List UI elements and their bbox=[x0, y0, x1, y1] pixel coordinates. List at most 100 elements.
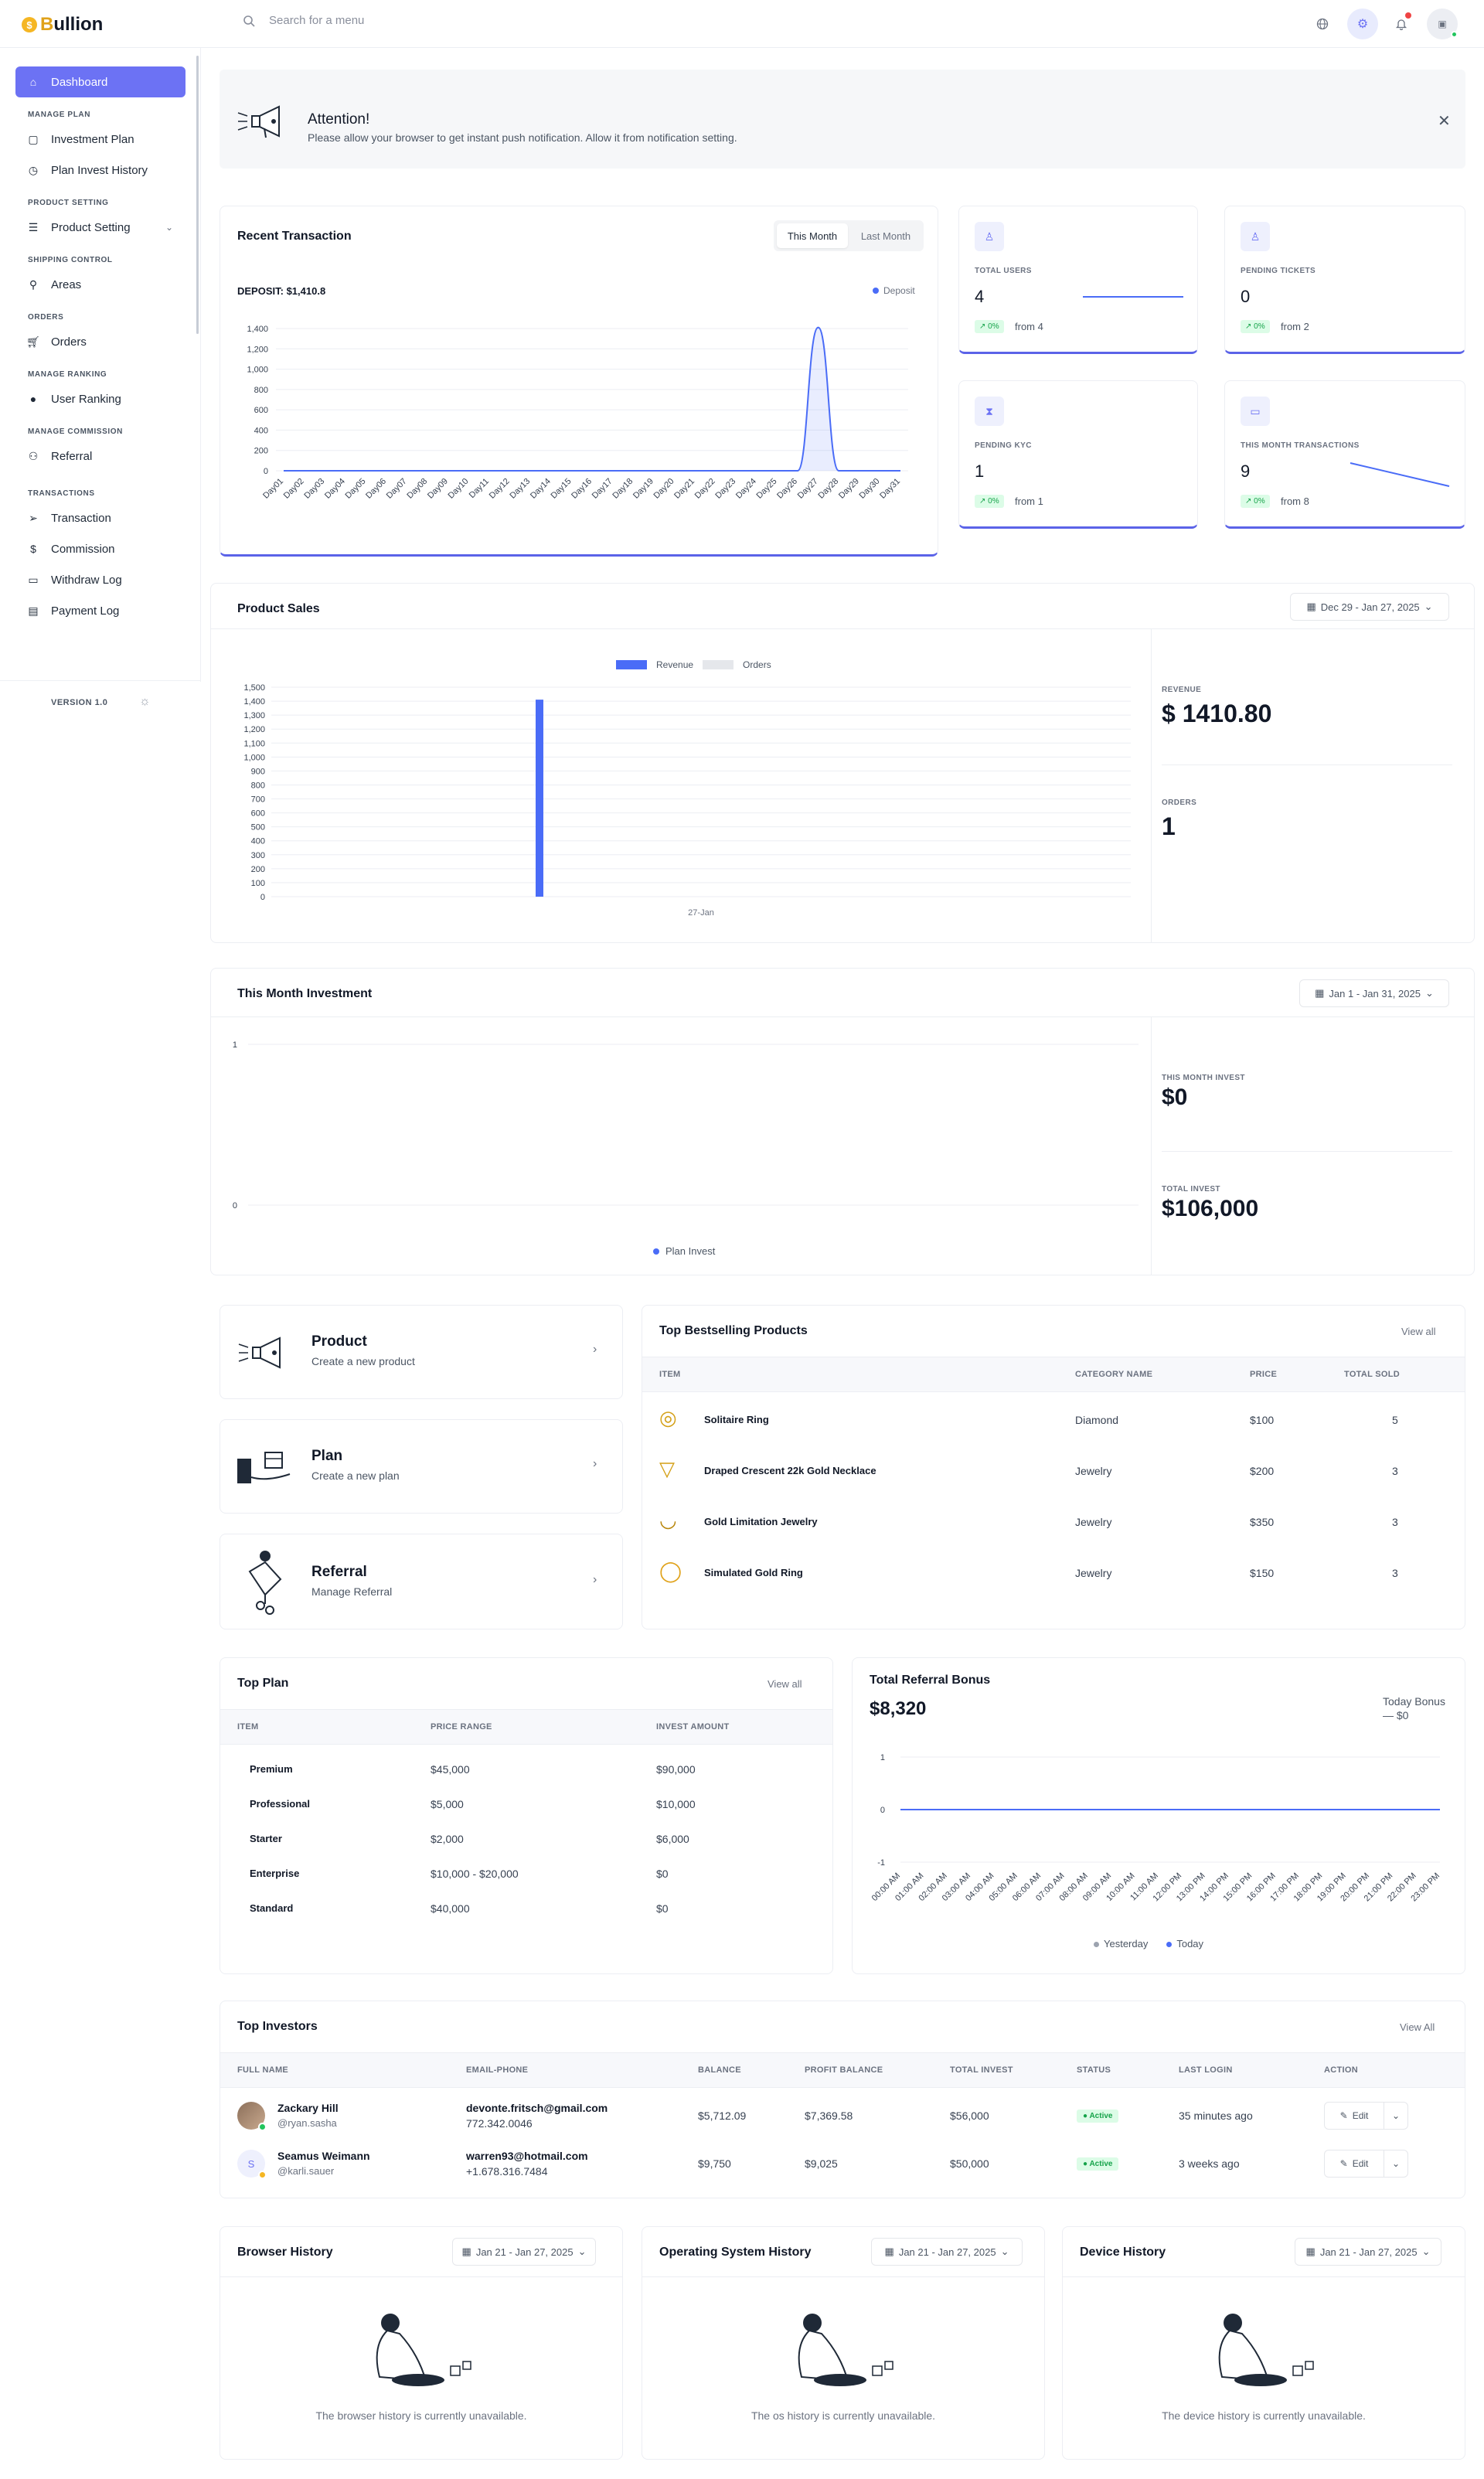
investor-last-login: 3 weeks ago bbox=[1179, 2157, 1240, 2170]
investor-name: Seamus Weimann bbox=[277, 2150, 370, 2162]
gold-ring-icon: ◯ bbox=[659, 1559, 682, 1582]
brand-logo[interactable]: $ Bullion bbox=[22, 14, 103, 36]
away-dot bbox=[258, 2171, 267, 2179]
table-row[interactable]: Starter $2,000 $6,000 bbox=[220, 1822, 832, 1857]
quick-link-referral[interactable]: Referral Manage Referral › bbox=[220, 1534, 623, 1629]
plan-amount: $6,000 bbox=[656, 1833, 689, 1845]
y-tick-label: 0 bbox=[264, 467, 268, 476]
card-title: Product Sales bbox=[237, 602, 320, 615]
table-row[interactable]: ▽ Draped Crescent 22k Gold Necklace Jewe… bbox=[642, 1445, 1465, 1496]
version-label: VERSION 1.0 bbox=[51, 698, 108, 707]
notification-alert: Attention! Please allow your browser to … bbox=[220, 70, 1465, 169]
sidebar-item-plan-invest-history[interactable]: ◷ Plan Invest History bbox=[15, 155, 186, 186]
action-dropdown-button[interactable]: ⌄ bbox=[1384, 2102, 1408, 2130]
table-row[interactable]: S Seamus Weimann @karli.sauer warren93@h… bbox=[220, 2140, 1465, 2188]
table-row[interactable]: Premium $45,000 $90,000 bbox=[220, 1752, 832, 1787]
date-range-button[interactable]: ▦ Jan 1 - Jan 31, 2025 ⌄ bbox=[1299, 979, 1449, 1007]
table-row[interactable]: Zackary Hill @ryan.sasha devonte.fritsch… bbox=[220, 2093, 1465, 2140]
recent-transaction-card: Recent Transaction This Month Last Month… bbox=[220, 206, 938, 557]
stat-value: 9 bbox=[1241, 461, 1251, 481]
legend-dot bbox=[1094, 1942, 1099, 1947]
sidebar-item-investment-plan[interactable]: ▢ Investment Plan bbox=[15, 124, 186, 155]
column-header: PRICE bbox=[1250, 1370, 1278, 1379]
x-tick-label: Day09 bbox=[426, 477, 450, 501]
table-row[interactable]: ◡ Gold Limitation Jewelry Jewelry $350 3 bbox=[642, 1496, 1465, 1547]
stat-card-month-transactions: ▭ THIS MONTH TRANSACTIONS 9 ↗ 0% from 8 bbox=[1224, 380, 1465, 529]
sidebar-item-payment-log[interactable]: ▤ Payment Log bbox=[15, 595, 186, 626]
sidebar-item-label: Commission bbox=[51, 542, 115, 556]
investor-email: warren93@hotmail.com bbox=[466, 2150, 588, 2162]
bell-icon[interactable] bbox=[1393, 12, 1411, 32]
sparkline bbox=[1083, 296, 1183, 298]
y-tick-label: 1,500 bbox=[243, 683, 265, 693]
stat-card-pending-tickets: ♙ PENDING TICKETS 0 ↗ 0% from 2 bbox=[1224, 206, 1465, 354]
x-tick-label: Day07 bbox=[385, 477, 409, 501]
revenue-label: REVENUE bbox=[1162, 686, 1202, 694]
action-dropdown-button[interactable]: ⌄ bbox=[1384, 2150, 1408, 2178]
total-invest-label: TOTAL INVEST bbox=[1162, 1185, 1220, 1194]
tab-this-month[interactable]: This Month bbox=[777, 223, 848, 248]
quick-link-plan[interactable]: Plan Create a new plan › bbox=[220, 1419, 623, 1514]
date-range-button[interactable]: ▦ Jan 21 - Jan 27, 2025 ⌄ bbox=[871, 2238, 1023, 2266]
table-row[interactable]: ◎ Solitaire Ring Diamond $100 5 bbox=[642, 1394, 1465, 1445]
sidebar-item-commission[interactable]: $ Commission bbox=[15, 533, 186, 564]
sidebar-item-referral[interactable]: ⚇ Referral bbox=[15, 441, 186, 472]
y-tick-label: 600 bbox=[251, 809, 265, 819]
date-range-button[interactable]: ▦ Dec 29 - Jan 27, 2025 ⌄ bbox=[1290, 593, 1449, 621]
sidebar-item-user-ranking[interactable]: ● User Ranking bbox=[15, 383, 186, 414]
product-category: Jewelry bbox=[1075, 1465, 1112, 1477]
card-divider bbox=[220, 2276, 622, 2277]
table-row[interactable]: Enterprise $10,000 - $20,000 $0 bbox=[220, 1857, 832, 1892]
necklace-icon: ▽ bbox=[659, 1457, 675, 1480]
stat-badge-value: 0% bbox=[1254, 322, 1265, 331]
trend-icon: ↗ bbox=[979, 497, 989, 506]
y-tick-label: 0 bbox=[260, 893, 265, 902]
chevron-down-icon: ⌄ bbox=[165, 222, 173, 233]
sidebar-scrollbar[interactable] bbox=[196, 56, 199, 334]
total-invest-value: $106,000 bbox=[1162, 1196, 1259, 1221]
view-all-link[interactable]: View all bbox=[1401, 1326, 1436, 1337]
edit-button[interactable]: ✎ Edit bbox=[1324, 2102, 1384, 2130]
x-tick-label: Day14 bbox=[529, 477, 553, 501]
table-row[interactable]: Professional $5,000 $10,000 bbox=[220, 1787, 832, 1822]
close-icon[interactable]: ✕ bbox=[1438, 111, 1451, 131]
brand-name: ullion bbox=[53, 14, 104, 35]
sidebar-item-product-setting[interactable]: ☰ Product Setting ⌄ bbox=[15, 212, 186, 243]
sidebar-item-dashboard[interactable]: ⌂ Dashboard bbox=[15, 66, 186, 97]
investor-username: @karli.sauer bbox=[277, 2165, 335, 2177]
search-bar[interactable]: Search for a menu bbox=[243, 14, 364, 27]
sidebar-item-transaction[interactable]: ➢ Transaction bbox=[15, 502, 186, 533]
globe-icon[interactable] bbox=[1314, 15, 1331, 32]
tab-last-month[interactable]: Last Month bbox=[851, 223, 921, 248]
sidebar-item-withdraw-log[interactable]: ▭ Withdraw Log bbox=[15, 564, 186, 595]
view-all-link[interactable]: View all bbox=[768, 1678, 802, 1690]
date-range-button[interactable]: ▦ Jan 21 - Jan 27, 2025 ⌄ bbox=[1295, 2238, 1441, 2266]
table-row[interactable]: Standard $40,000 $0 bbox=[220, 1892, 832, 1926]
alert-title: Attention! bbox=[308, 111, 370, 128]
chart-legend: Yesterday Today bbox=[1094, 1938, 1203, 1949]
investor-email: devonte.fritsch@gmail.com bbox=[466, 2102, 608, 2114]
edit-button[interactable]: ✎ Edit bbox=[1324, 2150, 1384, 2178]
calendar-icon: ▦ bbox=[1305, 2246, 1316, 2257]
settings-icon[interactable]: ⚙ bbox=[1347, 9, 1378, 39]
product-name: Gold Limitation Jewelry bbox=[704, 1516, 818, 1527]
x-tick-label: Day29 bbox=[837, 477, 861, 501]
card-title: Device History bbox=[1080, 2246, 1166, 2259]
product-sold: 5 bbox=[1392, 1414, 1398, 1426]
stat-card-pending-kyc: ⧗ PENDING KYC 1 ↗ 0% from 1 bbox=[958, 380, 1198, 529]
quick-link-product[interactable]: Product Create a new product › bbox=[220, 1305, 623, 1399]
sidebar-item-orders[interactable]: 🛒︎ Orders bbox=[15, 326, 186, 357]
referral-bonus-chart: -10100:00 AM01:00 AM02:00 AM03:00 AM04:0… bbox=[870, 1753, 1441, 1903]
product-category: Jewelry bbox=[1075, 1516, 1112, 1528]
user-avatar[interactable]: ▣ bbox=[1427, 9, 1458, 39]
cart-icon: 🛒︎ bbox=[26, 335, 40, 348]
sun-icon[interactable]: ☼ bbox=[139, 695, 151, 709]
stat-from: from 4 bbox=[1015, 321, 1043, 332]
card-title: Recent Transaction bbox=[237, 230, 352, 243]
view-all-link[interactable]: View All bbox=[1400, 2021, 1435, 2033]
sidebar-item-areas[interactable]: ⚲ Areas bbox=[15, 269, 186, 300]
investor-name: Zackary Hill bbox=[277, 2102, 339, 2114]
table-row[interactable]: ◯ Simulated Gold Ring Jewelry $150 3 bbox=[642, 1547, 1465, 1598]
date-range-button[interactable]: ▦ Jan 21 - Jan 27, 2025 ⌄ bbox=[452, 2238, 596, 2266]
x-tick-label: Day28 bbox=[816, 477, 840, 501]
